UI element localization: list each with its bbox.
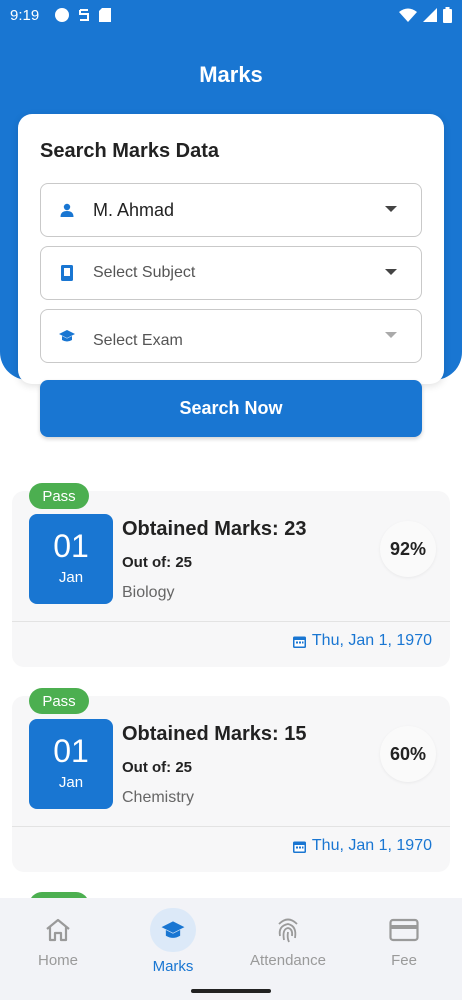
divider — [12, 826, 450, 827]
date-day: 01 — [53, 733, 89, 769]
person-icon — [59, 202, 75, 218]
marks-card[interactable]: Pass 01 Jan Obtained Marks: 23 Out of: 2… — [12, 483, 450, 667]
obtained-marks: Obtained Marks: 15 — [122, 723, 307, 745]
chevron-down-icon — [385, 206, 397, 212]
status-bar: 9:19 — [0, 0, 462, 30]
graduation-cap-icon — [161, 921, 185, 938]
obtained-marks: Obtained Marks: 23 — [122, 518, 307, 540]
calendar-icon — [292, 841, 306, 853]
sd-card-icon — [99, 8, 112, 22]
notification-dot-icon — [55, 8, 70, 22]
subject-select[interactable]: Select Subject — [40, 246, 422, 300]
out-of: Out of: 25 — [122, 554, 192, 571]
nav-attendance[interactable]: Attendance — [238, 908, 338, 969]
home-icon — [46, 918, 70, 942]
nav-fee-label: Fee — [391, 952, 417, 969]
date-month: Jan — [58, 569, 84, 586]
date-box: 01 Jan — [29, 719, 113, 809]
search-now-button[interactable]: Search Now — [40, 380, 422, 437]
signal-icon — [423, 8, 437, 22]
nav-home[interactable]: Home — [8, 908, 108, 969]
student-select[interactable]: M. Ahmad — [40, 183, 422, 237]
subject-select-placeholder: Select Subject — [93, 264, 196, 281]
bottom-navigation: Home Marks Attendance Fee — [0, 898, 462, 1000]
date-box: 01 Jan — [29, 514, 113, 604]
date-day: 01 — [53, 528, 89, 564]
subject-name: Biology — [122, 584, 175, 601]
sync-icon — [79, 9, 90, 21]
nav-fee[interactable]: Fee — [354, 908, 454, 969]
nav-marks[interactable]: Marks — [123, 908, 223, 975]
page-title: Marks — [199, 62, 263, 87]
exam-date-text: Thu, Jan 1, 1970 — [311, 837, 432, 854]
nav-attendance-label: Attendance — [250, 952, 326, 969]
exam-date: Thu, Jan 1, 1970 — [292, 632, 432, 650]
credit-card-icon — [389, 918, 419, 942]
nav-active-indicator — [150, 908, 196, 952]
marks-screen: 9:19 Marks Search Marks Data M. Ahmad Se… — [0, 0, 462, 1000]
chevron-down-icon — [385, 269, 397, 275]
nav-marks-label: Marks — [152, 958, 194, 975]
exam-select[interactable]: Select Exam — [40, 309, 422, 363]
date-month: Jan — [58, 774, 84, 791]
subject-name: Chemistry — [122, 789, 195, 806]
out-of: Out of: 25 — [122, 759, 192, 776]
exam-select-placeholder: Select Exam — [93, 332, 183, 349]
student-select-value: M. Ahmad — [93, 199, 175, 220]
graduation-cap-icon — [59, 328, 75, 344]
exam-date-text: Thu, Jan 1, 1970 — [311, 632, 432, 649]
wifi-icon — [399, 8, 417, 22]
percentage: 60% — [380, 726, 436, 782]
fingerprint-icon — [278, 918, 298, 943]
calendar-icon — [292, 636, 306, 648]
status-badge: Pass — [29, 688, 89, 714]
book-icon — [59, 265, 75, 281]
percentage: 92% — [380, 521, 436, 577]
chevron-down-icon — [385, 332, 397, 338]
status-time: 9:19 — [10, 6, 40, 24]
divider — [12, 621, 450, 622]
exam-date: Thu, Jan 1, 1970 — [292, 837, 432, 855]
status-badge: Pass — [29, 483, 89, 509]
battery-icon — [443, 7, 452, 23]
search-card-title: Search Marks Data — [40, 140, 219, 162]
marks-card[interactable]: Pass 01 Jan Obtained Marks: 15 Out of: 2… — [12, 688, 450, 872]
system-home-indicator[interactable] — [191, 989, 271, 993]
nav-home-label: Home — [37, 952, 78, 969]
search-card: Search Marks Data M. Ahmad Select Subjec… — [18, 114, 444, 384]
